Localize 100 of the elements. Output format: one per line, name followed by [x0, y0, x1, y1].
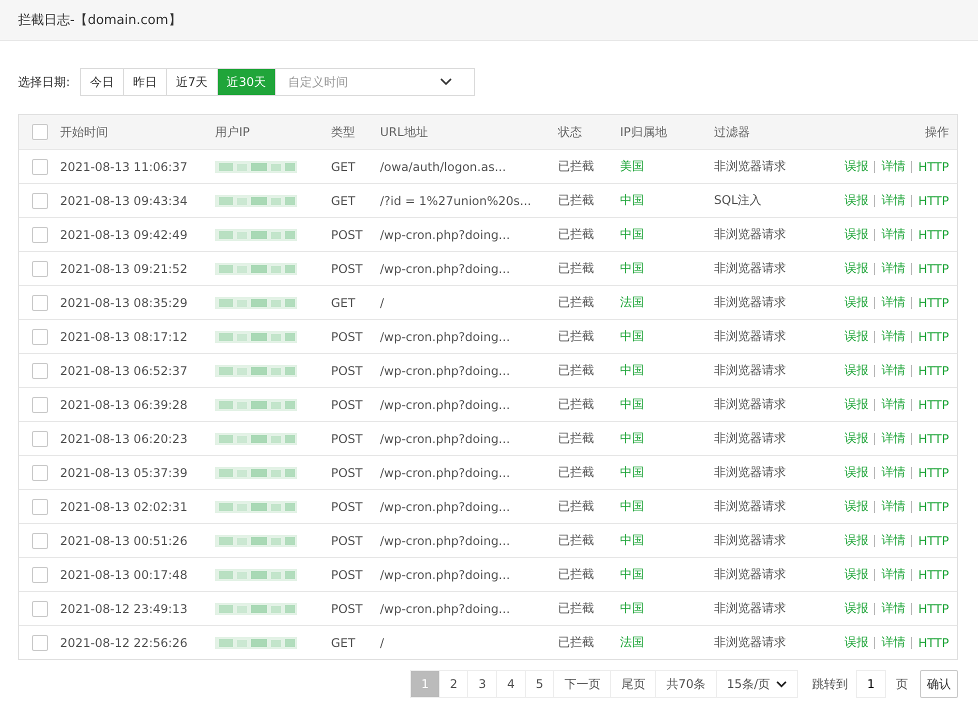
row-checkbox[interactable]: [32, 600, 48, 616]
action-link[interactable]: 详情: [881, 532, 906, 549]
row-checkbox[interactable]: [32, 532, 48, 548]
page-button[interactable]: 3: [468, 670, 498, 698]
method-cell: POST: [331, 500, 363, 514]
time-cell: 2021-08-13 02:02:31: [60, 500, 188, 514]
method-cell: POST: [331, 330, 363, 344]
action-link[interactable]: HTTP: [918, 500, 949, 514]
action-link[interactable]: 详情: [881, 600, 906, 617]
action-link[interactable]: 详情: [881, 566, 906, 583]
action-link[interactable]: 误报: [844, 328, 868, 345]
row-checkbox[interactable]: [32, 396, 48, 412]
action-link[interactable]: HTTP: [918, 194, 949, 208]
location-cell: 中国: [620, 600, 644, 617]
row-checkbox[interactable]: [32, 158, 48, 174]
action-link[interactable]: HTTP: [918, 398, 949, 412]
last-page-button[interactable]: 尾页: [611, 670, 656, 698]
action-link[interactable]: HTTP: [918, 568, 949, 582]
location-cell: 法国: [620, 634, 644, 651]
row-checkbox[interactable]: [32, 362, 48, 378]
action-link[interactable]: HTTP: [918, 296, 949, 310]
row-checkbox[interactable]: [32, 634, 48, 650]
action-link[interactable]: 误报: [844, 464, 868, 481]
date-option[interactable]: 近30天: [218, 69, 276, 95]
action-link[interactable]: 详情: [881, 226, 906, 243]
action-link[interactable]: 详情: [881, 362, 906, 379]
action-link[interactable]: HTTP: [918, 364, 949, 378]
row-checkbox[interactable]: [32, 328, 48, 344]
action-link[interactable]: 详情: [881, 396, 906, 413]
row-checkbox[interactable]: [32, 566, 48, 582]
url-cell: /wp-cron.php?doing...: [380, 330, 510, 344]
method-cell: POST: [331, 466, 363, 480]
page-input[interactable]: 1: [856, 670, 886, 698]
column-header: IP归属地: [620, 124, 667, 140]
action-link[interactable]: 误报: [844, 226, 868, 243]
row-checkbox[interactable]: [32, 430, 48, 446]
action-link[interactable]: HTTP: [918, 228, 949, 242]
action-link[interactable]: 误报: [844, 396, 868, 413]
column-header: 用户IP: [215, 124, 250, 140]
location-cell: 中国: [620, 396, 644, 413]
action-link[interactable]: 详情: [881, 634, 906, 651]
action-link[interactable]: HTTP: [918, 330, 949, 344]
action-link[interactable]: HTTP: [918, 262, 949, 276]
action-link[interactable]: 误报: [844, 294, 868, 311]
status-cell: 已拦截: [558, 158, 594, 175]
page-button[interactable]: 5: [526, 670, 554, 698]
url-cell: /wp-cron.php?doing...: [380, 466, 510, 480]
action-link[interactable]: 误报: [844, 634, 868, 651]
filter-cell: 非浏览器请求: [714, 362, 786, 379]
action-link[interactable]: HTTP: [918, 160, 949, 174]
action-link[interactable]: 详情: [881, 192, 906, 209]
action-link[interactable]: 误报: [844, 566, 868, 583]
filter-cell: 非浏览器请求: [714, 260, 786, 277]
page-title: 拦截日志-【domain.com】: [18, 12, 182, 29]
filter-cell: 非浏览器请求: [714, 532, 786, 549]
action-link[interactable]: 误报: [844, 362, 868, 379]
status-cell: 已拦截: [558, 464, 594, 481]
page-button[interactable]: 2: [440, 670, 468, 698]
action-link[interactable]: 详情: [881, 158, 906, 175]
row-checkbox[interactable]: [32, 260, 48, 276]
status-cell: 已拦截: [558, 260, 594, 277]
next-page-button[interactable]: 下一页: [554, 670, 612, 698]
row-checkbox[interactable]: [32, 294, 48, 310]
action-link[interactable]: 误报: [844, 158, 868, 175]
action-link[interactable]: HTTP: [918, 534, 949, 548]
action-link[interactable]: 误报: [844, 600, 868, 617]
action-link[interactable]: 详情: [881, 464, 906, 481]
action-link[interactable]: HTTP: [918, 602, 949, 616]
row-checkbox[interactable]: [32, 226, 48, 242]
page-button[interactable]: 4: [497, 670, 526, 698]
action-link[interactable]: 详情: [881, 328, 906, 345]
action-link[interactable]: 误报: [844, 532, 868, 549]
action-link[interactable]: 详情: [881, 260, 906, 277]
confirm-button[interactable]: 确认: [920, 670, 958, 698]
url-cell: /wp-cron.php?doing...: [380, 500, 510, 514]
action-link[interactable]: 误报: [844, 498, 868, 515]
row-checkbox[interactable]: [32, 192, 48, 208]
chevron-down-icon: [440, 78, 452, 86]
page-size-select[interactable]: 15条/页: [716, 670, 798, 698]
action-link[interactable]: HTTP: [918, 432, 949, 446]
filter-cell: 非浏览器请求: [714, 498, 786, 515]
row-checkbox[interactable]: [32, 498, 48, 514]
column-header: 状态: [558, 124, 582, 140]
action-link[interactable]: 误报: [844, 430, 868, 447]
action-link[interactable]: HTTP: [918, 466, 949, 480]
custom-date-select[interactable]: 自定义时间: [286, 74, 440, 90]
action-link[interactable]: 误报: [844, 192, 868, 209]
row-checkbox[interactable]: [32, 464, 48, 480]
action-link[interactable]: 误报: [844, 260, 868, 277]
status-cell: 已拦截: [558, 566, 594, 583]
action-link[interactable]: 详情: [881, 430, 906, 447]
url-cell: /wp-cron.php?doing...: [380, 398, 510, 412]
action-link[interactable]: 详情: [881, 498, 906, 515]
filter-cell: 非浏览器请求: [714, 396, 786, 413]
action-link[interactable]: 详情: [881, 294, 906, 311]
time-cell: 2021-08-13 06:52:37: [60, 364, 188, 378]
action-link[interactable]: HTTP: [918, 636, 949, 650]
select-all-checkbox[interactable]: [32, 124, 48, 140]
filter-cell: 非浏览器请求: [714, 328, 786, 345]
page-button[interactable]: 1: [410, 670, 440, 698]
